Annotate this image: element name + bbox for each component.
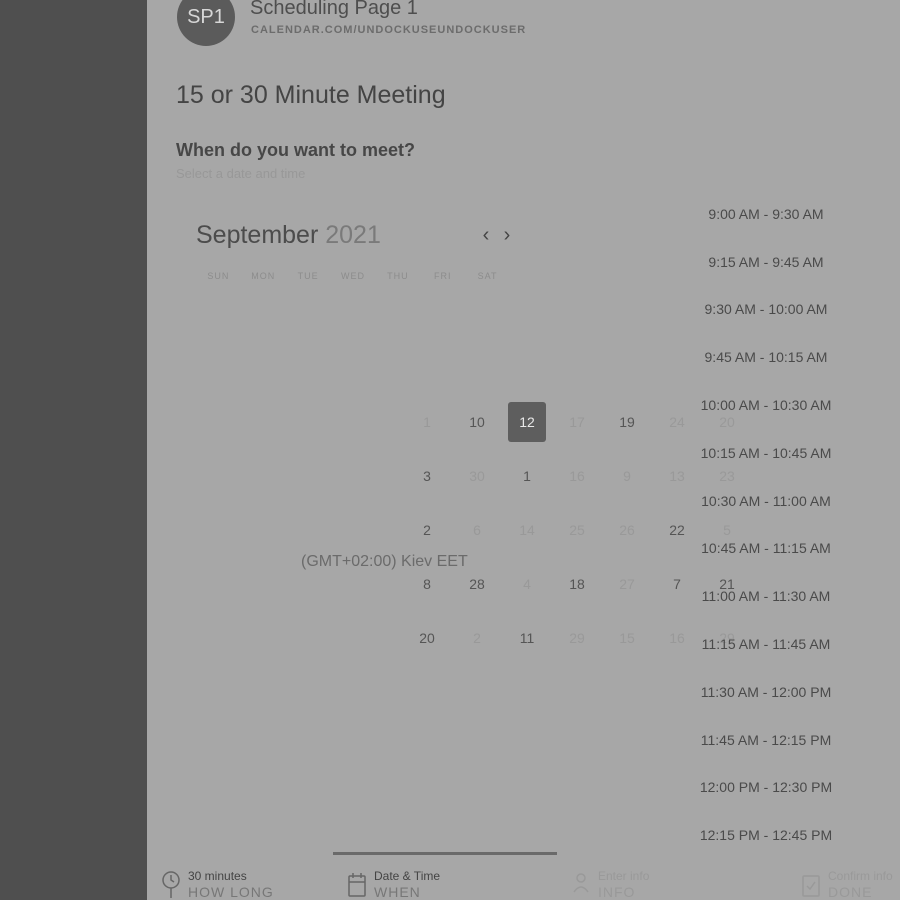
calendar-day[interactable]: 19 [608, 402, 646, 442]
weekday-thu: THU [387, 271, 409, 281]
time-slot[interactable]: 9:00 AM - 9:30 AM [696, 190, 836, 238]
avatar: SP1 [177, 0, 235, 46]
calendar-day[interactable]: 13 [658, 456, 696, 496]
calendar-day[interactable]: 26 [608, 510, 646, 550]
timezone-selector[interactable]: (GMT+02:00) Kiev EET [301, 553, 468, 571]
calendar-day-selected[interactable]: 12 [508, 402, 546, 442]
calendar-day[interactable]: 1 [508, 456, 546, 496]
time-slot[interactable]: 10:30 AM - 11:00 AM [696, 477, 836, 525]
clock-icon [162, 871, 180, 898]
chevron-left-icon: ‹ [482, 224, 490, 246]
time-slot[interactable]: 10:45 AM - 11:15 AM [696, 525, 836, 573]
step-indicator [557, 852, 781, 855]
calendar-day[interactable]: 11 [508, 618, 546, 658]
step-sublabel: WHEN [374, 884, 421, 900]
calendar-day[interactable]: 3 [408, 456, 446, 496]
calendar-day[interactable]: 16 [658, 618, 696, 658]
calendar-day[interactable]: 29 [558, 618, 596, 658]
scheduling-panel: SP1 Scheduling Page 1 CALENDAR.COM/UNDOC… [147, 0, 900, 900]
next-month-button[interactable]: › [499, 225, 515, 245]
step-sublabel: HOW LONG [188, 884, 274, 900]
time-slot[interactable]: 9:45 AM - 10:15 AM [696, 333, 836, 381]
calendar-day[interactable]: 15 [608, 618, 646, 658]
calendar-month: September [196, 221, 319, 249]
calendar-day[interactable]: 17 [558, 402, 596, 442]
time-slot[interactable]: 10:00 AM - 10:30 AM [696, 381, 836, 429]
calendar-day[interactable]: 24 [658, 402, 696, 442]
scheduling-page-url[interactable]: CALENDAR.COM/UNDOCKUSEUNDOCKUSER [251, 24, 526, 36]
time-slot[interactable]: 12:00 PM - 12:30 PM [696, 764, 836, 812]
prev-month-button[interactable]: ‹ [478, 225, 494, 245]
left-sidebar [0, 0, 147, 900]
calendar-day[interactable]: 1 [408, 402, 446, 442]
calendar-icon [348, 873, 366, 897]
select-hint: Select a date and time [176, 166, 306, 181]
step-sublabel: INFO [598, 884, 636, 900]
time-slot[interactable]: 9:30 AM - 10:00 AM [696, 286, 836, 334]
calendar-day[interactable]: 14 [508, 510, 546, 550]
person-icon [573, 873, 589, 893]
step-sublabel: DONE [828, 884, 873, 900]
meeting-title: 15 or 30 Minute Meeting [176, 81, 446, 109]
calendar-month-title: September 2021 [196, 221, 381, 250]
meeting-question: When do you want to meet? [176, 140, 415, 160]
time-slot[interactable]: 11:45 AM - 12:15 PM [696, 716, 836, 764]
weekday-mon: MON [251, 271, 276, 281]
calendar-day[interactable]: 2 [458, 618, 496, 658]
time-slot[interactable]: 9:15 AM - 9:45 AM [696, 238, 836, 286]
calendar-year: 2021 [325, 221, 381, 249]
calendar-day[interactable]: 18 [558, 564, 596, 604]
weekday-tue: TUE [297, 271, 319, 281]
time-slot[interactable]: 11:30 AM - 12:00 PM [696, 668, 836, 716]
calendar-day[interactable]: 20 [408, 618, 446, 658]
calendar-day[interactable]: 7 [658, 564, 696, 604]
step-label: Date & Time [374, 869, 441, 883]
calendar-day[interactable]: 9 [608, 456, 646, 496]
check-icon [802, 875, 820, 897]
calendar-day[interactable]: 6 [458, 510, 496, 550]
step-indicator [787, 852, 900, 855]
chevron-right-icon: › [503, 224, 511, 246]
page-header: SP1 Scheduling Page 1 CALENDAR.COM/UNDOC… [147, 0, 900, 57]
calendar-day[interactable]: 22 [658, 510, 696, 550]
step-label: Confirm info [828, 869, 893, 883]
calendar-day[interactable]: 4 [508, 564, 546, 604]
weekday-header: SUN MON TUE WED THU FRI SAT [196, 271, 510, 281]
step-label: Enter info [598, 869, 650, 883]
calendar-day[interactable]: 30 [458, 456, 496, 496]
step-label: 30 minutes [188, 869, 247, 883]
calendar-day[interactable]: 2 [408, 510, 446, 550]
time-slot[interactable]: 10:15 AM - 10:45 AM [696, 429, 836, 477]
weekday-wed: WED [341, 271, 365, 281]
weekday-sat: SAT [477, 271, 498, 281]
scheduling-page-name: Scheduling Page 1 [250, 0, 418, 19]
calendar-day[interactable]: 16 [558, 456, 596, 496]
progress-steps: 30 minutes HOW LONG Date & Time WHEN Ent… [147, 852, 900, 900]
step-indicator [333, 852, 557, 855]
calendar-day[interactable]: 25 [558, 510, 596, 550]
calendar-day[interactable]: 27 [608, 564, 646, 604]
time-slot[interactable]: 11:15 AM - 11:45 AM [696, 620, 836, 668]
weekday-fri: FRI [433, 271, 452, 281]
time-slot-list: 9:00 AM - 9:30 AM 9:15 AM - 9:45 AM 9:30… [696, 190, 836, 859]
weekday-sun: SUN [207, 271, 230, 281]
time-slot[interactable]: 11:00 AM - 11:30 AM [696, 572, 836, 620]
calendar-day[interactable]: 10 [458, 402, 496, 442]
